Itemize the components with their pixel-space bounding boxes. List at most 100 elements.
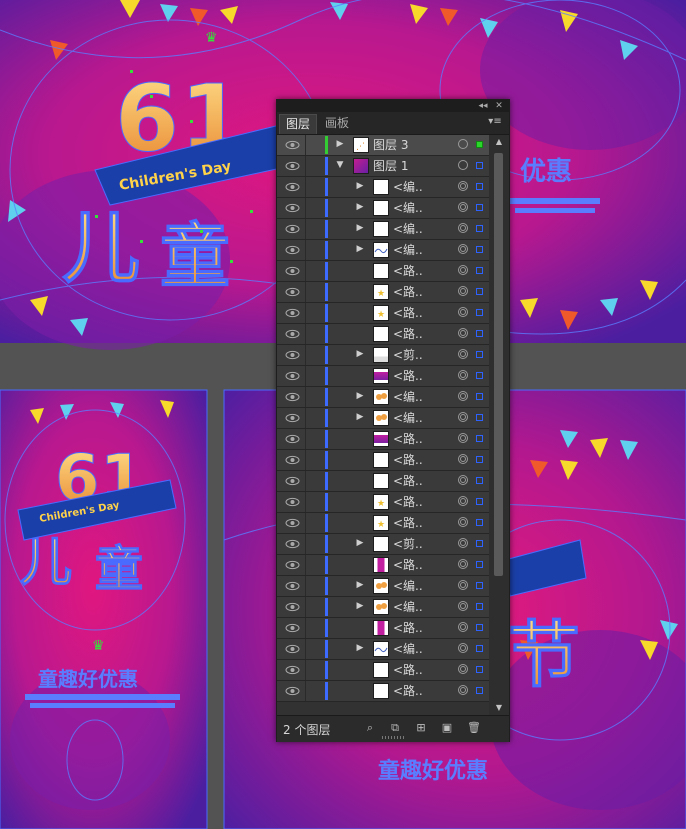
layer-name[interactable]: <路..	[393, 618, 423, 638]
layer-row[interactable]: ★ <路..	[277, 513, 489, 534]
layer-row[interactable]: ★ <路..	[277, 282, 489, 303]
visibility-eye-icon[interactable]	[285, 349, 300, 361]
layer-name[interactable]: <编..	[393, 387, 423, 407]
selection-indicator[interactable]	[476, 603, 483, 610]
layers-list[interactable]: ▶ ⋰ 图层 3 ▼ 图层 1 ▶ <编.. ▶ <编.. ▶ <编.. ▶ <编.. <路.. ★ <路..…	[277, 135, 489, 715]
visibility-eye-icon[interactable]	[285, 223, 300, 235]
visibility-eye-icon[interactable]	[285, 202, 300, 214]
target-circle-icon[interactable]	[458, 622, 468, 632]
layer-name[interactable]: <路..	[393, 366, 423, 386]
layer-name[interactable]: <编..	[393, 639, 423, 659]
target-circle-icon[interactable]	[458, 181, 468, 191]
resize-grip[interactable]	[382, 736, 404, 739]
visibility-eye-icon[interactable]	[285, 160, 300, 172]
layer-name[interactable]: 图层 1	[373, 156, 408, 176]
layer-row[interactable]: ▶ <剪..	[277, 345, 489, 366]
layer-name[interactable]: <编..	[393, 219, 423, 239]
visibility-eye-icon[interactable]	[285, 412, 300, 424]
lock-column[interactable]	[305, 681, 306, 701]
visibility-eye-icon[interactable]	[285, 454, 300, 466]
lock-column[interactable]	[305, 345, 306, 365]
lock-column[interactable]	[305, 660, 306, 680]
selection-indicator[interactable]	[476, 351, 483, 358]
visibility-eye-icon[interactable]	[285, 643, 300, 655]
layer-row[interactable]: <路..	[277, 681, 489, 702]
layer-row[interactable]: ▶ <编..	[277, 240, 489, 261]
lock-column[interactable]	[305, 429, 306, 449]
visibility-eye-icon[interactable]	[285, 664, 300, 676]
layer-name[interactable]: <路..	[393, 660, 423, 680]
lock-column[interactable]	[305, 324, 306, 344]
layer-name[interactable]: <路..	[393, 429, 423, 449]
layer-row[interactable]: <路..	[277, 429, 489, 450]
layer-row[interactable]: ▶ <编..	[277, 408, 489, 429]
target-circle-icon[interactable]	[458, 286, 468, 296]
scroll-thumb[interactable]	[494, 153, 503, 576]
lock-column[interactable]	[305, 576, 306, 596]
tab-layers[interactable]: 图层	[279, 114, 318, 134]
layer-row[interactable]: ▶ <编..	[277, 597, 489, 618]
layer-row[interactable]: ▶ ⋰ 图层 3	[277, 135, 489, 156]
target-circle-icon[interactable]	[458, 433, 468, 443]
selection-indicator[interactable]	[476, 456, 483, 463]
lock-column[interactable]	[305, 534, 306, 554]
layers-panel[interactable]: ◂◂ ✕ 图层 画板 ▾≡ ▶ ⋰ 图层 3 ▼ 图层 1 ▶ <编.. ▶ <编.. ▶ <编..…	[276, 99, 510, 742]
lock-column[interactable]	[305, 408, 306, 428]
layer-name[interactable]: <编..	[393, 408, 423, 428]
layer-row[interactable]: <路..	[277, 660, 489, 681]
layer-row[interactable]: ▶ <编..	[277, 639, 489, 660]
panel-titlebar[interactable]: ◂◂ ✕	[277, 100, 509, 112]
visibility-eye-icon[interactable]	[285, 517, 300, 529]
target-circle-icon[interactable]	[458, 307, 468, 317]
selection-indicator[interactable]	[476, 267, 483, 274]
target-circle-icon[interactable]	[458, 265, 468, 275]
lock-column[interactable]	[305, 492, 306, 512]
scroll-up-icon[interactable]: ▲	[489, 135, 509, 149]
layer-name[interactable]: <编..	[393, 198, 423, 218]
double-arrow-left-icon[interactable]: ◂◂	[477, 100, 489, 112]
layer-name[interactable]: <编..	[393, 240, 423, 260]
layer-name[interactable]: <路..	[393, 471, 423, 491]
scroll-down-icon[interactable]: ▼	[489, 701, 509, 715]
expand-arrow-icon[interactable]: ▶	[355, 244, 365, 254]
selection-indicator[interactable]	[476, 393, 483, 400]
lock-column[interactable]	[305, 303, 306, 323]
locate-object-icon[interactable]: ⌕	[363, 721, 377, 735]
target-circle-icon[interactable]	[458, 496, 468, 506]
selection-indicator[interactable]	[476, 582, 483, 589]
expand-arrow-icon[interactable]: ▶	[355, 538, 365, 548]
target-circle-icon[interactable]	[458, 664, 468, 674]
selection-indicator[interactable]	[476, 372, 483, 379]
lock-column[interactable]	[305, 156, 306, 176]
target-circle-icon[interactable]	[458, 454, 468, 464]
lock-column[interactable]	[305, 261, 306, 281]
visibility-eye-icon[interactable]	[285, 475, 300, 487]
visibility-eye-icon[interactable]	[285, 559, 300, 571]
layer-row[interactable]: ▶ <编..	[277, 177, 489, 198]
layer-row[interactable]: ★ <路..	[277, 492, 489, 513]
target-circle-icon[interactable]	[458, 517, 468, 527]
target-circle-icon[interactable]	[458, 328, 468, 338]
layer-row[interactable]: <路..	[277, 324, 489, 345]
target-circle-icon[interactable]	[458, 475, 468, 485]
panel-menu-icon[interactable]: ▾≡	[487, 114, 503, 130]
lock-column[interactable]	[305, 219, 306, 239]
selection-indicator[interactable]	[476, 204, 483, 211]
layer-name[interactable]: <编..	[393, 576, 423, 596]
visibility-eye-icon[interactable]	[285, 307, 300, 319]
layer-name[interactable]: <路..	[393, 450, 423, 470]
layer-row[interactable]: ▶ <编..	[277, 576, 489, 597]
lock-column[interactable]	[305, 366, 306, 386]
selection-indicator[interactable]	[476, 141, 483, 148]
layer-row[interactable]: ▶ <编..	[277, 219, 489, 240]
selection-indicator[interactable]	[476, 414, 483, 421]
selection-indicator[interactable]	[476, 624, 483, 631]
target-circle-icon[interactable]	[458, 412, 468, 422]
layer-row[interactable]: <路..	[277, 618, 489, 639]
lock-column[interactable]	[305, 513, 306, 533]
selection-indicator[interactable]	[476, 645, 483, 652]
title-artwork-bottom-right[interactable]: 节	[504, 539, 587, 698]
visibility-eye-icon[interactable]	[285, 391, 300, 403]
layer-row[interactable]: ★ <路..	[277, 303, 489, 324]
lock-column[interactable]	[305, 177, 306, 197]
